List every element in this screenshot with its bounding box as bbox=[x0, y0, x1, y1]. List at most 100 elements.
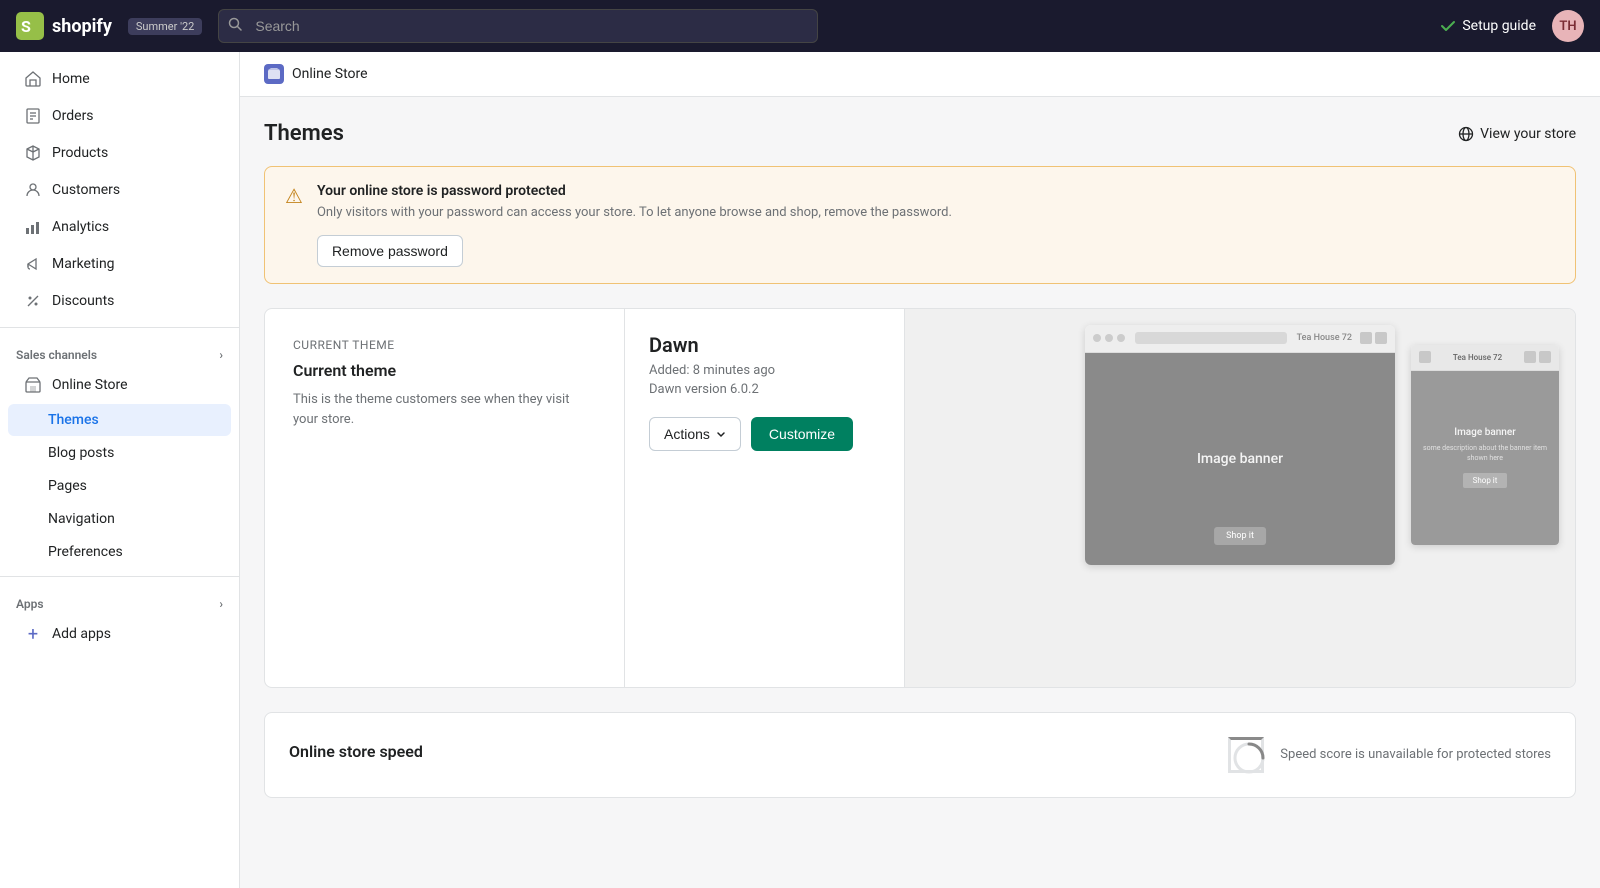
shopify-logo[interactable]: S shopify bbox=[16, 12, 112, 40]
sidebar-divider-2 bbox=[0, 576, 239, 577]
sidebar-sub-item-navigation[interactable]: Navigation bbox=[8, 503, 231, 535]
warning-icon: ⚠ bbox=[285, 184, 303, 208]
sidebar-item-discounts[interactable]: Discounts bbox=[8, 283, 231, 319]
sales-channels-section[interactable]: Sales channels › bbox=[0, 336, 239, 366]
page-title: Themes bbox=[264, 121, 344, 146]
products-icon bbox=[24, 144, 42, 162]
setup-guide-button[interactable]: Setup guide bbox=[1440, 18, 1536, 34]
actions-label: Actions bbox=[664, 426, 710, 442]
chevron-right-icon-apps: › bbox=[219, 597, 223, 611]
sidebar-label-analytics: Analytics bbox=[52, 219, 109, 235]
avatar-initials: TH bbox=[1559, 19, 1576, 34]
speed-title: Online store speed bbox=[289, 742, 1208, 761]
browser-dot-3 bbox=[1117, 334, 1125, 342]
theme-name: Dawn bbox=[649, 333, 880, 357]
theme-version: Dawn version 6.0.2 bbox=[649, 382, 880, 397]
app-body: Home Orders Products bbox=[0, 52, 1600, 888]
sidebar-sub-label-pages: Pages bbox=[48, 478, 87, 494]
speed-spinner bbox=[1228, 737, 1264, 773]
sidebar-divider-1 bbox=[0, 327, 239, 328]
speed-section: Online store speed Speed score is unavai… bbox=[264, 712, 1576, 798]
chevron-down-icon bbox=[716, 429, 726, 439]
speed-right: Speed score is unavailable for protected… bbox=[1228, 737, 1551, 773]
sidebar-sub-item-themes[interactable]: Themes bbox=[8, 404, 231, 436]
speed-description: Speed score is unavailable for protected… bbox=[1280, 747, 1551, 762]
sidebar-label-products: Products bbox=[52, 145, 108, 161]
content-area: Themes View your store ⚠ Your online sto… bbox=[240, 97, 1600, 822]
alert-banner: ⚠ Your online store is password protecte… bbox=[264, 166, 1576, 284]
svg-text:S: S bbox=[21, 17, 31, 36]
sidebar-label-add-apps: Add apps bbox=[52, 626, 111, 642]
sidebar-sub-item-pages[interactable]: Pages bbox=[8, 470, 231, 502]
analytics-icon bbox=[24, 218, 42, 236]
current-theme-card: Current theme Current theme This is the … bbox=[264, 308, 1576, 688]
theme-action-buttons: Actions Customize bbox=[649, 417, 880, 451]
customers-icon bbox=[24, 181, 42, 199]
current-theme-label: Current theme bbox=[293, 338, 395, 352]
theme-preview-area: Tea House 72 Image banner bbox=[905, 309, 1575, 687]
view-store-link[interactable]: View your store bbox=[1458, 126, 1576, 142]
speed-info: Online store speed bbox=[289, 742, 1208, 767]
topbar-right: Setup guide TH bbox=[1440, 10, 1584, 42]
sidebar-label-marketing: Marketing bbox=[52, 256, 115, 272]
customize-button[interactable]: Customize bbox=[751, 417, 853, 451]
sidebar-item-online-store[interactable]: Online Store bbox=[8, 367, 231, 403]
apps-section[interactable]: Apps › bbox=[0, 585, 239, 615]
sidebar-label-home: Home bbox=[52, 71, 90, 87]
discounts-icon bbox=[24, 292, 42, 310]
main-content: Online Store Themes View your store ⚠ bbox=[240, 52, 1600, 888]
image-banner-main-text: Image banner bbox=[1197, 451, 1283, 467]
sidebar-item-customers[interactable]: Customers bbox=[8, 172, 231, 208]
apps-label: Apps bbox=[16, 597, 44, 611]
sidebar-sub-label-preferences: Preferences bbox=[48, 544, 123, 560]
sidebar-label-discounts: Discounts bbox=[52, 293, 114, 309]
sidebar-label-online-store: Online Store bbox=[52, 377, 128, 393]
avatar[interactable]: TH bbox=[1552, 10, 1584, 42]
sidebar-item-add-apps[interactable]: + Add apps bbox=[8, 616, 231, 652]
version-badge: Summer '22 bbox=[128, 18, 202, 35]
orders-icon bbox=[24, 107, 42, 125]
page-header: Themes View your store bbox=[264, 121, 1576, 146]
browser-dot-1 bbox=[1093, 334, 1101, 342]
alert-description: Only visitors with your password can acc… bbox=[317, 203, 1555, 223]
logo-text: shopify bbox=[52, 16, 112, 37]
sidebar-item-products[interactable]: Products bbox=[8, 135, 231, 171]
theme-added: Added: 8 minutes ago bbox=[649, 363, 880, 378]
sidebar: Home Orders Products bbox=[0, 52, 240, 888]
chevron-right-icon: › bbox=[219, 348, 223, 362]
view-store-label: View your store bbox=[1480, 126, 1576, 142]
sidebar-sub-label-blog-posts: Blog posts bbox=[48, 445, 114, 461]
search-container bbox=[218, 9, 818, 43]
main-mockup: Tea House 72 Image banner bbox=[1085, 325, 1395, 565]
setup-guide-label: Setup guide bbox=[1462, 18, 1536, 34]
breadcrumb-bar: Online Store bbox=[240, 52, 1600, 97]
topbar: S shopify Summer '22 Setup guide TH bbox=[0, 0, 1600, 52]
breadcrumb-text: Online Store bbox=[292, 66, 368, 82]
sidebar-item-orders[interactable]: Orders bbox=[8, 98, 231, 134]
plus-icon: + bbox=[24, 625, 42, 643]
theme-right-panel: Dawn Added: 8 minutes ago Dawn version 6… bbox=[625, 309, 1575, 687]
current-theme-desc: This is the theme customers see when the… bbox=[293, 390, 596, 432]
marketing-icon bbox=[24, 255, 42, 273]
remove-password-button[interactable]: Remove password bbox=[317, 235, 463, 267]
sidebar-sub-item-blog-posts[interactable]: Blog posts bbox=[8, 437, 231, 469]
browser-dot-2 bbox=[1105, 334, 1113, 342]
sidebar-sub-item-preferences[interactable]: Preferences bbox=[8, 536, 231, 568]
alert-content: Your online store is password protected … bbox=[317, 183, 1555, 267]
current-theme-heading: Current theme bbox=[293, 361, 596, 380]
home-icon bbox=[24, 70, 42, 88]
search-input[interactable] bbox=[218, 9, 818, 43]
sidebar-label-customers: Customers bbox=[52, 182, 120, 198]
alert-title: Your online store is password protected bbox=[317, 183, 1555, 199]
sidebar-item-home[interactable]: Home bbox=[8, 61, 231, 97]
sales-channels-label: Sales channels bbox=[16, 348, 97, 362]
actions-button[interactable]: Actions bbox=[649, 417, 741, 451]
secondary-mockup: Tea House 72 Image banner some de bbox=[1411, 345, 1559, 545]
theme-meta: Dawn Added: 8 minutes ago Dawn version 6… bbox=[625, 309, 905, 687]
sidebar-sub-label-navigation: Navigation bbox=[48, 511, 115, 527]
sidebar-label-orders: Orders bbox=[52, 108, 94, 124]
breadcrumb-icon bbox=[264, 64, 284, 84]
store-icon bbox=[24, 376, 42, 394]
sidebar-item-marketing[interactable]: Marketing bbox=[8, 246, 231, 282]
sidebar-item-analytics[interactable]: Analytics bbox=[8, 209, 231, 245]
